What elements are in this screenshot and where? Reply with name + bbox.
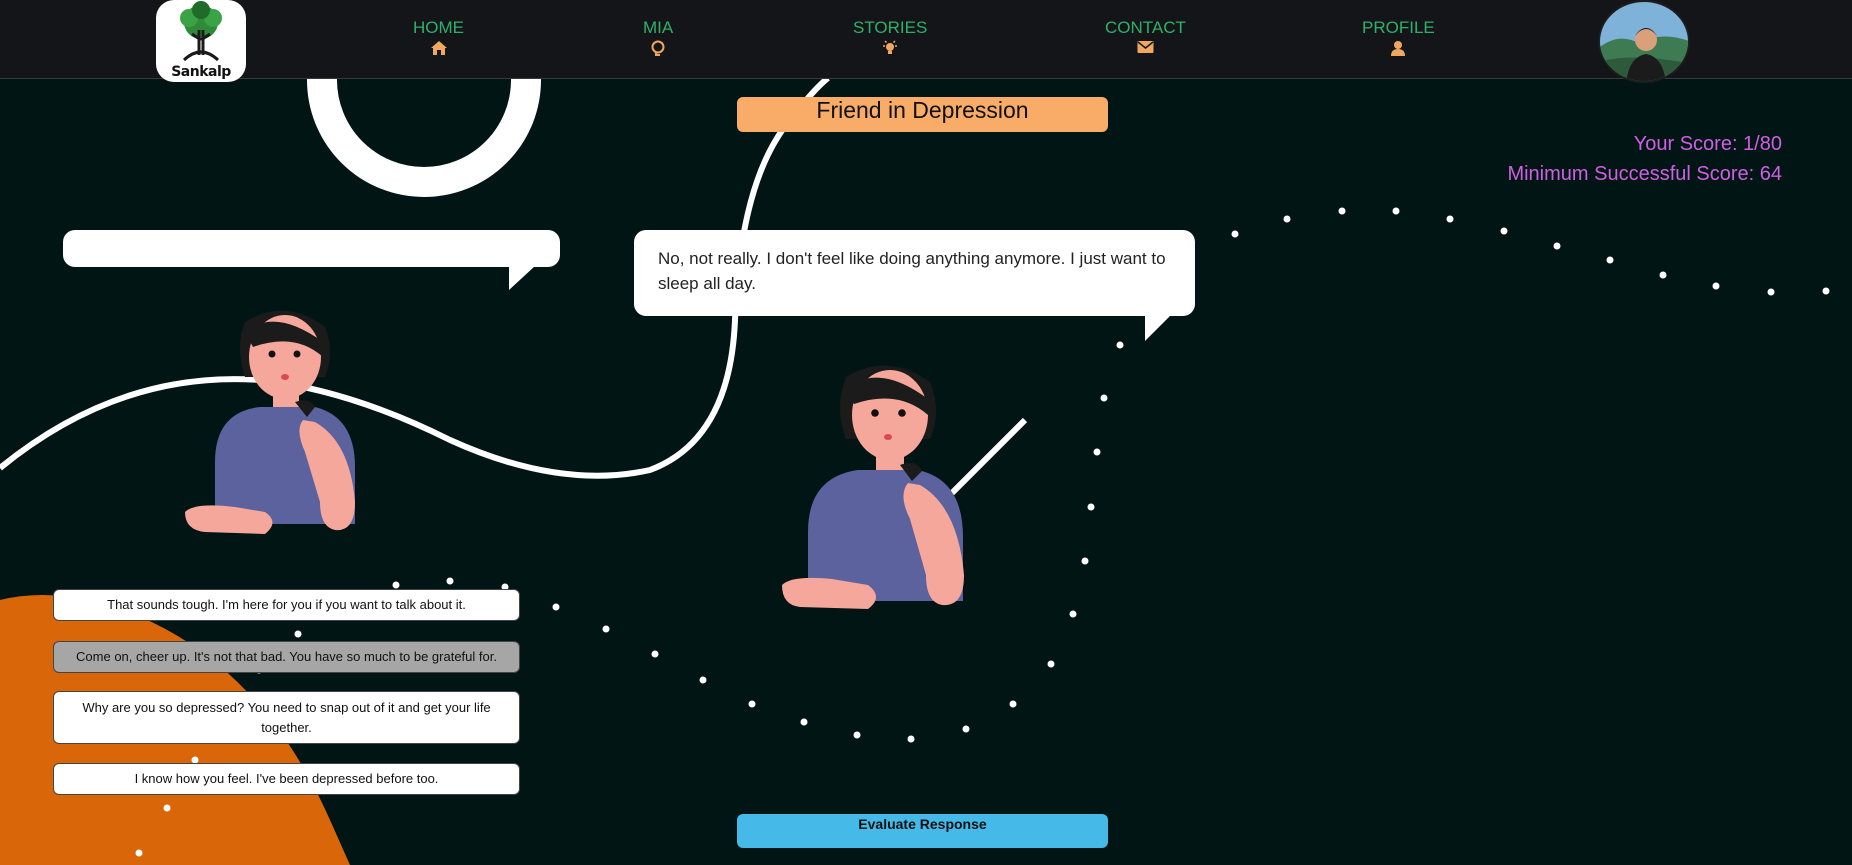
nav-mia-label: MIA [643,18,674,37]
nav-profile[interactable]: PROFILE [1362,18,1435,56]
user-avatar[interactable] [1598,0,1690,83]
friend-speech-text: No, not really. I don't feel like doing … [658,249,1166,293]
nav-mia[interactable]: MIA [643,18,673,56]
nav-stories-label: STORIES [853,18,928,37]
response-option-4[interactable]: I know how you feel. I've been depressed… [53,763,520,795]
response-option-4-text: I know how you feel. I've been depressed… [134,771,439,786]
user-bubble-tail [509,266,535,290]
nav-contact[interactable]: CONTACT [1105,18,1186,54]
response-option-2[interactable]: Come on, cheer up. It's not that bad. Yo… [53,641,520,673]
response-option-3[interactable]: Why are you so depressed? You need to sn… [53,691,520,744]
minimum-score: Minimum Successful Score: 64 [1507,163,1782,185]
logo-text: Sankalp [171,64,231,80]
nav-home[interactable]: HOME [413,18,464,56]
envelope-icon [1137,41,1154,53]
scenario-title: Friend in Depression [737,97,1108,132]
friend-bubble-tail [1145,315,1171,341]
nav-profile-label: PROFILE [1362,18,1435,37]
nav-stories[interactable]: STORIES [853,18,927,56]
avatar-image [1600,2,1688,81]
response-option-1[interactable]: That sounds tough. I'm here for you if y… [53,589,520,621]
user-character-illustration [185,310,355,534]
current-score: Your Score: 1/80 [1633,133,1782,155]
lightbulb-icon [883,40,898,54]
brain-icon [651,40,665,56]
response-option-1-text: That sounds tough. I'm here for you if y… [107,597,466,612]
sankalp-logo[interactable]: Sankalp [156,0,246,82]
user-speech-bubble [63,230,560,267]
user-icon [1391,41,1406,56]
response-option-3-text: Why are you so depressed? You need to sn… [82,700,491,735]
nav-home-label: HOME [413,18,464,37]
home-icon [430,41,447,55]
response-option-2-text: Come on, cheer up. It's not that bad. Yo… [76,649,497,664]
friend-speech-bubble: No, not really. I don't feel like doing … [634,230,1195,316]
top-navbar: Sankalp HOME MIA STORIES CONTACT PROFILE [0,0,1852,83]
nav-contact-label: CONTACT [1105,18,1186,37]
evaluate-response-button[interactable]: Evaluate Response [737,814,1108,848]
